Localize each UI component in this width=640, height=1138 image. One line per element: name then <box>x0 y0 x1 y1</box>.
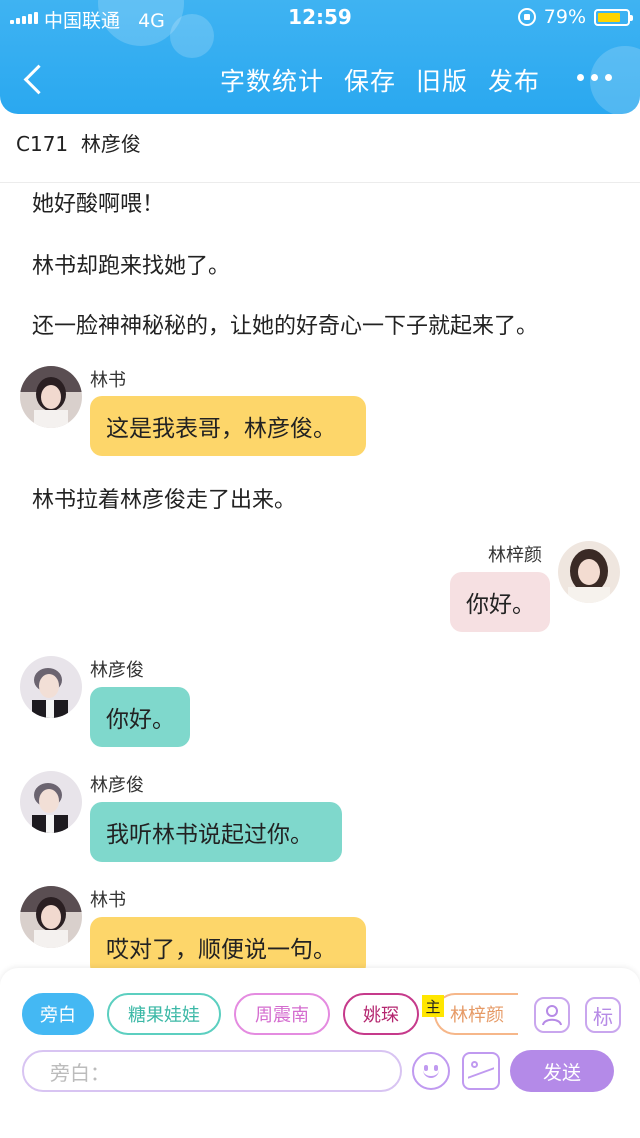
nav-actions: 字数统计 保存 旧版 发布 <box>220 62 540 98</box>
avatar[interactable] <box>558 541 620 603</box>
mark-button[interactable]: 标 <box>585 997 621 1033</box>
avatar[interactable] <box>20 771 82 833</box>
image-icon[interactable] <box>462 1052 500 1090</box>
message-bubble[interactable]: 你好。 <box>90 687 190 747</box>
battery-fill <box>598 12 621 22</box>
chapter-title[interactable]: C171 林彦俊 <box>16 128 141 157</box>
narration-paragraph[interactable]: 林书拉着林彦俊走了出来。 <box>32 482 296 514</box>
message-bubble[interactable]: 我听林书说起过你。 <box>90 802 342 862</box>
send-button[interactable]: 发送 <box>510 1050 614 1092</box>
status-right: 79% <box>517 6 633 28</box>
add-role-icon[interactable] <box>534 997 570 1033</box>
message-bubble[interactable]: 这是我表哥，林彦俊。 <box>90 396 366 456</box>
avatar[interactable] <box>20 366 82 428</box>
speaker-name: 林书 <box>90 370 126 391</box>
emoji-icon[interactable] <box>412 1052 450 1090</box>
role-chip[interactable]: 姚琛 <box>343 993 419 1035</box>
orientation-lock-icon <box>517 8 536 26</box>
role-chip-main[interactable]: 林梓颜 <box>434 993 518 1035</box>
narration-paragraph[interactable]: 还一脸神神秘秘的，让她的好奇心一下子就起来了。 <box>32 308 538 340</box>
speaker-name: 林梓颜 <box>488 545 542 566</box>
speaker-name: 林彦俊 <box>90 660 144 681</box>
speaker-name: 林书 <box>90 890 126 911</box>
more-icon[interactable] <box>577 74 612 81</box>
back-icon[interactable] <box>20 62 50 98</box>
divider <box>0 182 640 183</box>
status-bar: 中国联通 4G 12:59 79% <box>0 0 640 34</box>
publish-button[interactable]: 发布 <box>488 62 540 98</box>
speaker-name: 林彦俊 <box>90 775 144 796</box>
message-bubble[interactable]: 你好。 <box>450 572 550 632</box>
battery-icon <box>594 8 633 26</box>
message-input[interactable]: 旁白： <box>22 1050 402 1092</box>
narration-paragraph[interactable]: 她好酸啊喂！ <box>32 186 164 218</box>
role-chip-narrator[interactable]: 旁白 <box>22 993 94 1035</box>
nav-bar: 字数统计 保存 旧版 发布 <box>0 50 640 110</box>
save-button[interactable]: 保存 <box>344 62 396 98</box>
old-version-button[interactable]: 旧版 <box>416 62 468 98</box>
narration-paragraph[interactable]: 林书却跑来找她了。 <box>32 248 230 280</box>
top-bar: 中国联通 4G 12:59 79% 字数统计 保存 旧版 发布 <box>0 0 640 114</box>
role-chip[interactable]: 糖果娃娃 <box>107 993 221 1035</box>
role-chip[interactable]: 周震南 <box>234 993 330 1035</box>
avatar[interactable] <box>20 886 82 948</box>
main-role-badge: 主 <box>422 995 444 1017</box>
battery-percent: 79% <box>543 6 586 28</box>
word-count-button[interactable]: 字数统计 <box>220 62 324 98</box>
avatar[interactable] <box>20 656 82 718</box>
